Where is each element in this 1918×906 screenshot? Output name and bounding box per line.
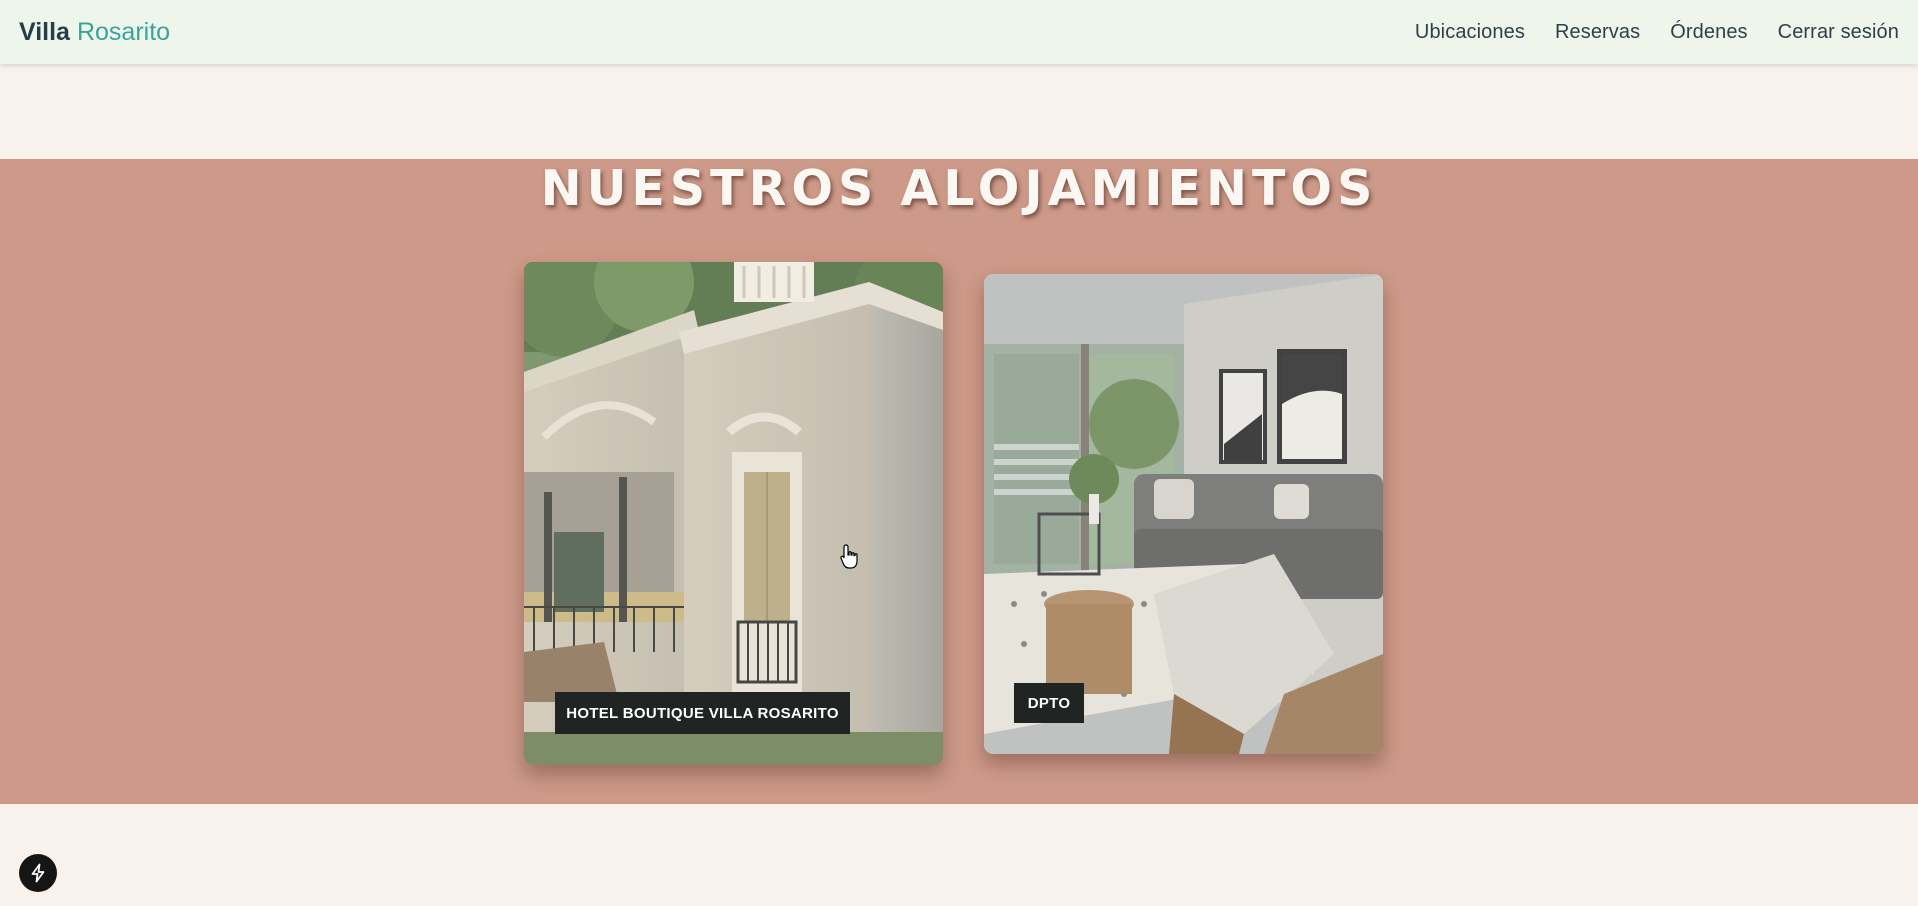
lightning-icon <box>31 863 45 883</box>
logout-link[interactable]: Cerrar sesión <box>1778 21 1899 44</box>
section-title: NUESTROS ALOJAMIENTOS <box>540 160 1378 217</box>
hotel-card-label: HOTEL BOUTIQUE VILLA ROSARITO <box>555 692 850 734</box>
hotel-facade-image <box>524 262 943 765</box>
nav-ordenes-link[interactable]: Órdenes <box>1670 21 1747 44</box>
lightning-fab-button[interactable] <box>19 854 57 892</box>
hand-cursor-icon <box>840 544 858 569</box>
nav-ubicaciones-link[interactable]: Ubicaciones <box>1415 21 1525 44</box>
hotel-card[interactable]: HOTEL BOUTIQUE VILLA ROSARITO <box>524 262 943 765</box>
brand-name-primary: Villa <box>19 17 70 46</box>
living-room-image <box>984 274 1383 754</box>
brand-name-secondary: Rosarito <box>76 17 171 46</box>
accommodations-section <box>0 159 1918 804</box>
top-navbar: Villa Rosarito Ubicaciones Reservas Órden… <box>0 0 1918 64</box>
dpto-card-label: DPTO <box>1014 683 1084 723</box>
nav-reservas-link[interactable]: Reservas <box>1555 21 1640 44</box>
dpto-card[interactable]: DPTO <box>984 274 1383 754</box>
brand-logo[interactable]: Villa Rosarito <box>19 18 170 47</box>
main-nav: Ubicaciones Reservas Órdenes Cerrar sesi… <box>1415 21 1899 44</box>
